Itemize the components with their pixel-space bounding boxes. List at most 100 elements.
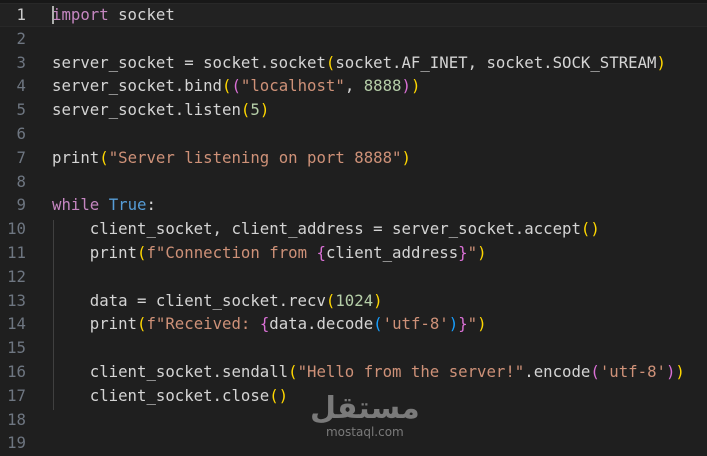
code-editor[interactable]: 1 import socket 2 3 server_socket = socket.s… — [0, 3, 707, 455]
line-number: 16 — [7, 361, 26, 381]
code-token: : — [146, 195, 156, 215]
code-text: server_socket = socket.socket(socket.AF_… — [52, 51, 666, 75]
code-token: ) — [373, 290, 383, 310]
code-token: data = client_socket.recv — [52, 290, 326, 310]
code-token: ) — [448, 314, 459, 334]
line-number: 11 — [7, 242, 26, 262]
code-token: while — [52, 195, 100, 215]
code-token: data.decode — [269, 314, 374, 334]
code-token: ) — [410, 76, 421, 96]
line-number: 7 — [16, 147, 26, 167]
code-token: "localhost" — [240, 76, 345, 96]
line-number: 8 — [16, 171, 26, 191]
mostaql-watermark: مستقل mostaql.com — [310, 391, 420, 440]
code-token: server_socket.listen — [52, 100, 241, 120]
code-token: ) — [401, 147, 411, 167]
code-line[interactable]: 4 server_socket.bind(("localhost", 8888)) — [0, 74, 707, 98]
code-token: ) — [259, 100, 270, 120]
code-token: True — [108, 195, 147, 215]
code-token: ) — [477, 314, 487, 334]
code-token: client_address — [325, 242, 459, 262]
code-token: server_socket = socket.socket — [52, 52, 326, 72]
code-token: ( — [325, 52, 336, 72]
code-token: "Server listening on port 8888" — [108, 147, 402, 167]
code-text: print("Server listening on port 8888") — [52, 146, 411, 170]
code-line[interactable]: 1 import socket — [0, 3, 707, 27]
code-token: () — [580, 219, 600, 239]
code-token: ( — [373, 314, 383, 334]
line-number: 13 — [7, 290, 26, 310]
code-line[interactable]: 16 client_socket.sendall("Hello from the… — [0, 360, 707, 384]
code-token: ) — [477, 242, 487, 262]
text-cursor — [52, 6, 54, 24]
code-token: ( — [231, 76, 241, 96]
code-line[interactable]: 7 print("Server listening on port 8888") — [0, 146, 707, 170]
code-line[interactable]: 9 while True: — [0, 193, 707, 217]
code-text: server_socket.bind(("localhost", 8888)) — [52, 74, 420, 98]
line-number: 15 — [7, 338, 26, 358]
line-number: 12 — [7, 266, 26, 286]
code-line[interactable]: 10 client_socket, client_address = serve… — [0, 217, 707, 241]
code-token: ( — [325, 290, 336, 310]
code-line[interactable]: 8 — [0, 170, 707, 194]
code-token: () — [269, 385, 289, 405]
code-token: f"Connection from — [146, 242, 317, 262]
code-text: print(f"Received: {data.decode('utf-8')}… — [52, 312, 487, 336]
code-line[interactable]: 6 — [0, 122, 707, 146]
code-token: .encode — [524, 361, 591, 381]
code-token: { — [259, 314, 270, 334]
code-token: socket — [108, 5, 175, 24]
code-token: , — [344, 76, 364, 96]
line-number: 18 — [7, 409, 26, 429]
code-token: ( — [99, 147, 109, 167]
code-token: 5 — [250, 100, 260, 120]
code-token: print — [52, 314, 138, 334]
code-line[interactable]: 14 print(f"Received: {data.decode('utf-8… — [0, 312, 707, 336]
code-token: f"Received: — [146, 314, 260, 334]
code-line[interactable]: 12 — [0, 265, 707, 289]
code-token: ) — [656, 52, 666, 72]
line-number: 6 — [16, 123, 26, 143]
code-token: print — [52, 242, 138, 262]
code-text: server_socket.listen(5) — [52, 98, 269, 122]
line-number: 19 — [7, 433, 26, 453]
code-token: " — [467, 314, 478, 334]
code-token: ( — [240, 100, 251, 120]
watermark-latin: mostaql.com — [325, 425, 404, 439]
line-number: 1 — [16, 5, 26, 24]
code-line[interactable]: 5 server_socket.listen(5) — [0, 98, 707, 122]
code-text: client_socket.sendall("Hello from the se… — [52, 360, 685, 384]
code-line[interactable]: 11 print(f"Connection from {client_addre… — [0, 241, 707, 265]
code-token: client_socket.sendall — [52, 361, 289, 381]
watermark-arabic: مستقل — [310, 391, 420, 426]
line-number: 4 — [16, 76, 26, 96]
code-line[interactable]: 15 — [0, 336, 707, 360]
code-token: socket.AF_INET, socket.SOCK_STREAM — [335, 52, 657, 72]
line-number: 10 — [7, 219, 26, 239]
code-token: ( — [288, 361, 298, 381]
code-text: print(f"Connection from {client_address}… — [52, 241, 487, 265]
code-token: "Hello from the server!" — [297, 361, 525, 381]
code-line[interactable]: 13 data = client_socket.recv(1024) — [0, 289, 707, 313]
code-token: } — [458, 314, 468, 334]
code-token: 'utf-8' — [599, 361, 666, 381]
line-number: 9 — [16, 195, 26, 215]
code-text: data = client_socket.recv(1024) — [52, 289, 383, 313]
line-number: 3 — [16, 52, 26, 72]
code-token: client_socket.close — [52, 385, 270, 405]
code-token: 8888 — [363, 76, 402, 96]
code-text: client_socket.close() — [52, 384, 288, 408]
code-token: 'utf-8' — [382, 314, 449, 334]
code-token: import — [52, 5, 109, 24]
code-text: while True: — [52, 193, 156, 217]
code-token: client_socket, client_address = server_s… — [52, 219, 581, 239]
code-line[interactable]: 3 server_socket = socket.socket(socket.AF… — [0, 51, 707, 75]
code-text: import socket — [52, 3, 175, 27]
code-token: } — [458, 242, 468, 262]
code-line[interactable]: 2 — [0, 27, 707, 51]
code-token: ) — [401, 76, 411, 96]
code-token: ( — [590, 361, 600, 381]
line-number: 2 — [16, 28, 26, 48]
code-token: print — [52, 147, 100, 167]
code-token: 1024 — [335, 290, 374, 310]
